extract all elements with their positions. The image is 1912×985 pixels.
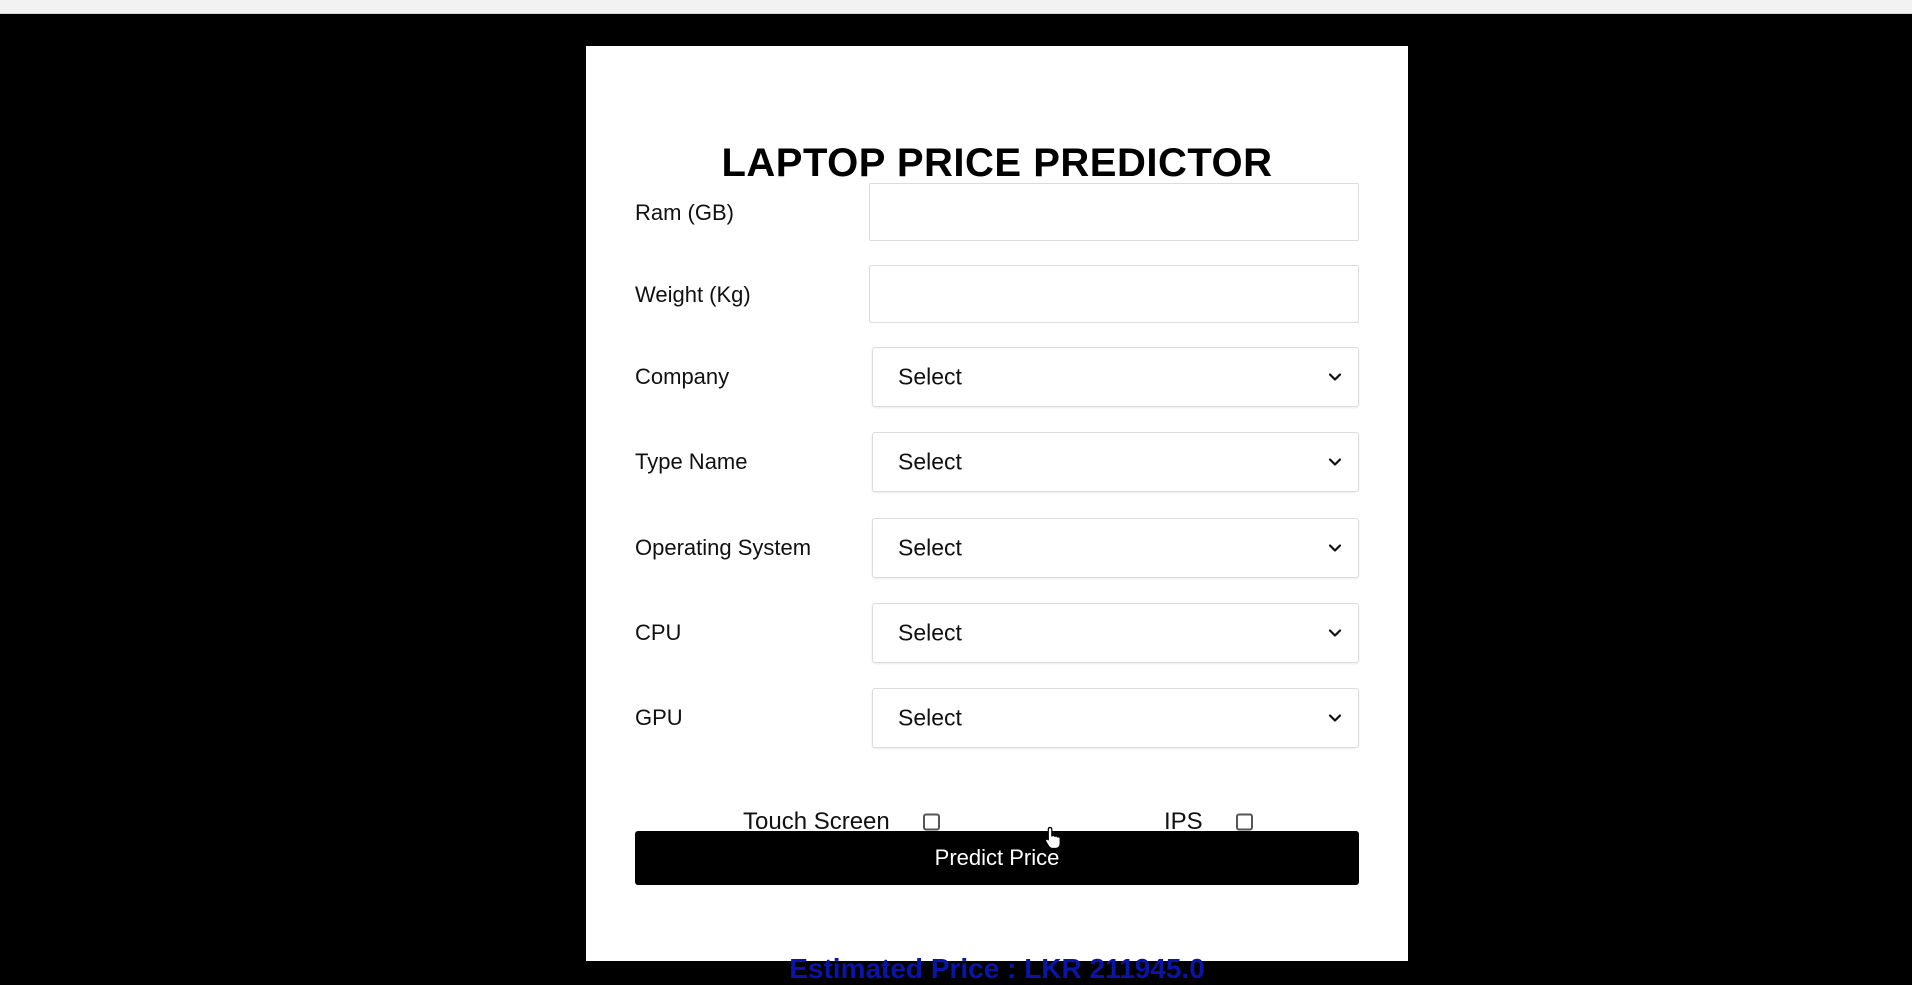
gpu-row: GPU Select — [635, 688, 1359, 748]
gpu-label: GPU — [635, 705, 683, 730]
touch-screen-checkbox[interactable] — [923, 813, 940, 831]
predict-price-button[interactable]: Predict Price — [635, 831, 1359, 885]
cpu-select[interactable]: Select — [872, 603, 1359, 663]
weight-label: Weight (Kg) — [635, 282, 751, 307]
gpu-select-value: Select — [898, 704, 962, 731]
estimated-price-result: Estimated Price : LKR 211945.0 — [789, 953, 1205, 984]
weight-row: Weight (Kg) — [635, 265, 1359, 325]
type-name-label: Type Name — [635, 449, 748, 474]
type-name-row: Type Name Select — [635, 432, 1359, 492]
chevron-down-icon — [1328, 714, 1342, 722]
operating-system-row: Operating System Select — [635, 518, 1359, 578]
ram-label: Ram (GB) — [635, 200, 734, 225]
operating-system-select[interactable]: Select — [872, 518, 1359, 578]
hand-pointer-icon — [1044, 826, 1061, 850]
company-select[interactable]: Select — [872, 347, 1359, 407]
type-name-select-value: Select — [898, 448, 962, 475]
predictor-card: LAPTOP PRICE PREDICTOR Ram (GB) Weight (… — [586, 46, 1408, 984]
browser-top-strip — [0, 0, 1912, 14]
chevron-down-icon — [1328, 629, 1342, 637]
company-label: Company — [635, 364, 730, 389]
chevron-down-icon — [1328, 458, 1342, 466]
company-select-value: Select — [898, 363, 962, 390]
ram-row: Ram (GB) — [635, 183, 1359, 243]
ram-input[interactable] — [869, 183, 1359, 241]
gpu-select[interactable]: Select — [872, 688, 1359, 748]
chevron-down-icon — [1328, 544, 1342, 552]
chevron-down-icon — [1328, 373, 1342, 381]
operating-system-select-value: Select — [898, 534, 962, 561]
type-name-select[interactable]: Select — [872, 432, 1359, 492]
cpu-row: CPU Select — [635, 603, 1359, 663]
weight-input[interactable] — [869, 265, 1359, 323]
cpu-select-value: Select — [898, 619, 962, 646]
page-title: LAPTOP PRICE PREDICTOR — [721, 141, 1273, 185]
cpu-label: CPU — [635, 620, 682, 645]
company-row: Company Select — [635, 347, 1359, 407]
ips-checkbox[interactable] — [1236, 813, 1253, 831]
operating-system-label: Operating System — [635, 535, 812, 560]
